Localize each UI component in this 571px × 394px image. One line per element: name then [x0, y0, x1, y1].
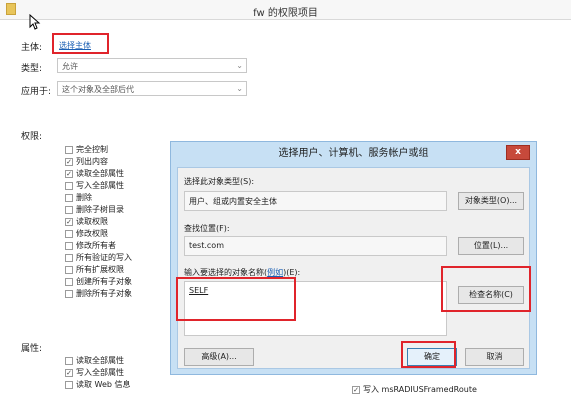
applies-to-select-value: 这个对象及全部后代: [62, 85, 134, 94]
checkbox-icon[interactable]: [65, 253, 73, 262]
highlight-ok-button: [401, 341, 456, 368]
properties-label: 属性:: [21, 344, 43, 354]
checkbox-icon[interactable]: [65, 241, 73, 250]
permission-item[interactable]: ✓ 读取全部属性: [65, 168, 124, 179]
property-item-framed-route-label: 写入 msRADIUSFramedRoute: [363, 385, 477, 394]
permission-item[interactable]: ✓ 读取权限: [65, 216, 108, 227]
checkbox-icon[interactable]: [65, 193, 73, 202]
applies-to-select[interactable]: 这个对象及全部后代 ⌄: [57, 81, 247, 96]
checkbox-icon[interactable]: ✓: [65, 368, 73, 377]
permission-item-label: 列出内容: [76, 157, 108, 166]
principal-label: 主体:: [21, 43, 43, 53]
permission-item-label: 删除所有子对象: [76, 289, 132, 298]
permission-item-label: 所有扩展权限: [76, 265, 124, 274]
cursor-icon: [29, 14, 41, 30]
advanced-button[interactable]: 高级(A)...: [184, 348, 254, 366]
permission-item-label: 删除子树目录: [76, 205, 124, 214]
property-item-label: 读取全部属性: [76, 356, 124, 365]
permission-item-label: 修改所有者: [76, 241, 116, 250]
checkbox-icon[interactable]: [65, 277, 73, 286]
highlight-check-names: [441, 266, 531, 312]
permission-item-label: 读取全部属性: [76, 169, 124, 178]
close-icon[interactable]: x: [506, 145, 530, 160]
permission-item[interactable]: 修改权限: [65, 228, 108, 239]
permission-item-label: 创建所有子对象: [76, 277, 132, 286]
dropdown-arrow-icon: ⌄: [236, 61, 243, 70]
permission-item-label: 修改权限: [76, 229, 108, 238]
permission-item-label: 删除: [76, 193, 92, 202]
permission-item[interactable]: 删除子树目录: [65, 204, 124, 215]
permission-item[interactable]: 写入全部属性: [65, 180, 124, 191]
dropdown-arrow-icon: ⌄: [236, 84, 243, 93]
permission-item[interactable]: ✓ 列出内容: [65, 156, 108, 167]
object-type-label: 选择此对象类型(S):: [184, 177, 255, 186]
property-item[interactable]: ✓ 写入全部属性: [65, 367, 124, 378]
object-names-label-prefix: 输入要选择的对象名称(: [184, 268, 268, 277]
property-item-framed-route[interactable]: ✓ 写入 msRADIUSFramedRoute: [352, 384, 477, 394]
checkbox-icon[interactable]: [65, 289, 73, 298]
checkbox-icon[interactable]: ✓: [65, 169, 73, 178]
property-item[interactable]: 读取全部属性: [65, 355, 124, 366]
checkbox-icon[interactable]: [65, 356, 73, 365]
applies-to-label: 应用于:: [21, 87, 52, 97]
permission-item[interactable]: 所有扩展权限: [65, 264, 124, 275]
type-select[interactable]: 允许 ⌄: [57, 58, 247, 73]
permission-item[interactable]: 删除所有子对象: [65, 288, 132, 299]
checkbox-icon[interactable]: [65, 229, 73, 238]
window-title: fw 的权限项目: [253, 8, 318, 19]
permission-item[interactable]: 创建所有子对象: [65, 276, 132, 287]
checkbox-icon[interactable]: [65, 181, 73, 190]
checkbox-icon[interactable]: [65, 145, 73, 154]
checkbox-icon[interactable]: [65, 265, 73, 274]
examples-link[interactable]: 例如: [267, 268, 283, 277]
permissions-label: 权限:: [21, 132, 43, 142]
property-item[interactable]: 读取 Web 信息: [65, 379, 131, 390]
permission-item[interactable]: 修改所有者: [65, 240, 116, 251]
property-item-label: 读取 Web 信息: [76, 380, 131, 389]
select-users-dialog: 选择用户、计算机、服务帐户或组 x 选择此对象类型(S): 用户、组或内置安全主…: [170, 141, 537, 375]
title-bar: fw 的权限项目: [0, 0, 571, 20]
checkbox-icon[interactable]: [65, 380, 73, 389]
type-label: 类型:: [21, 64, 43, 74]
highlight-object-names: [176, 277, 296, 321]
location-label: 查找位置(F):: [184, 224, 230, 233]
property-item-label: 写入全部属性: [76, 368, 124, 377]
checkbox-icon[interactable]: [65, 205, 73, 214]
permission-item-label: 读取权限: [76, 217, 108, 226]
permission-item-label: 所有验证的写入: [76, 253, 132, 262]
object-types-button[interactable]: 对象类型(O)...: [458, 192, 524, 210]
checkbox-icon[interactable]: ✓: [65, 217, 73, 226]
dialog-title: 选择用户、计算机、服务帐户或组: [278, 148, 429, 159]
object-type-field: 用户、组或内置安全主体: [184, 191, 447, 211]
checkbox-icon[interactable]: ✓: [65, 157, 73, 166]
locations-button[interactable]: 位置(L)...: [458, 237, 524, 255]
highlight-select-principal: [52, 33, 109, 54]
cancel-button[interactable]: 取消: [465, 348, 524, 366]
permission-item[interactable]: 所有验证的写入: [65, 252, 132, 263]
location-field: test.com: [184, 236, 447, 256]
object-names-label-suffix: )(E):: [283, 268, 301, 277]
permission-item-label: 写入全部属性: [76, 181, 124, 190]
permission-item[interactable]: 删除: [65, 192, 92, 203]
checkbox-icon[interactable]: ✓: [352, 385, 360, 394]
permission-item[interactable]: 完全控制: [65, 144, 108, 155]
type-select-value: 允许: [62, 62, 78, 71]
permission-item-label: 完全控制: [76, 145, 108, 154]
